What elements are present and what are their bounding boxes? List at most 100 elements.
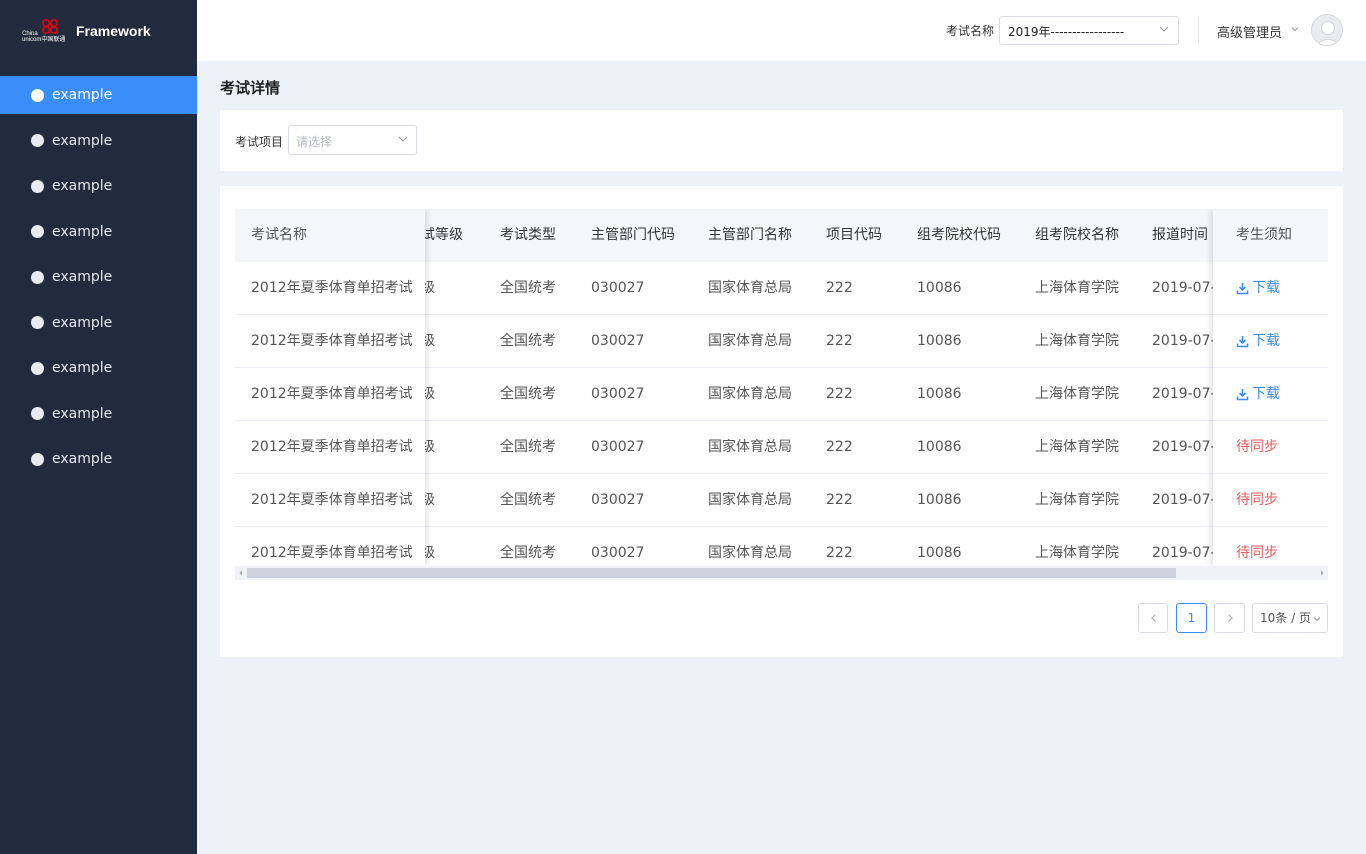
cell-dept-name: 国家体育总局 — [708, 333, 792, 349]
cell-dept-code: 030027 — [591, 545, 645, 561]
prev-page-button[interactable] — [1138, 603, 1168, 633]
sidebar-item-7[interactable]: example — [0, 349, 197, 387]
horizontal-scrollbar[interactable] — [235, 566, 1328, 580]
sidebar: China unicom中国联通 Framework example exampl… — [0, 0, 197, 854]
page-title: 考试详情 — [220, 79, 281, 97]
row-cell-exam-name: 2012年夏季体育单招考试 — [235, 421, 425, 474]
user-menu-chevron-icon[interactable] — [1291, 26, 1299, 32]
cell-dept-code: 030027 — [591, 280, 645, 296]
cell-exam-type: 全国统考 — [500, 333, 556, 349]
cell-exam-type: 全国统考 — [500, 545, 556, 561]
cell-dept-name: 国家体育总局 — [708, 386, 792, 402]
download-link[interactable]: 下载 — [1236, 262, 1280, 315]
cell-dept-code: 030027 — [591, 333, 645, 349]
cell-exam-name: 2012年夏季体育单招考试 — [251, 333, 413, 349]
cell-dept-code: 030027 — [591, 492, 645, 508]
row-cell-notice: 待同步 — [1213, 421, 1328, 474]
cell-school-name: 上海体育学院 — [1035, 545, 1119, 561]
download-link[interactable]: 下载 — [1236, 368, 1280, 421]
notice-cell: 下载 — [1236, 262, 1280, 315]
fixed-left-column: 考试名称 2012年夏季体育单招考试 2012年夏季体育单招考试 2012年夏季体育单… — [235, 209, 425, 566]
page-size-select[interactable]: 10条 / 页 — [1252, 603, 1328, 633]
cell-report-time: 2019-07-01 — [1152, 280, 1213, 296]
download-icon — [1236, 336, 1249, 348]
sidebar-item-5[interactable]: example — [0, 258, 197, 296]
pending-sync-status: 待同步 — [1236, 439, 1278, 455]
header-project-code: 项目代码 — [826, 227, 882, 243]
cell-school-name: 上海体育学院 — [1035, 492, 1119, 508]
sidebar-item-1[interactable]: example — [0, 76, 197, 114]
user-name[interactable]: 高级管理员 — [1217, 22, 1282, 41]
header-dept-name: 主管部门名称 — [708, 227, 792, 243]
chevron-left-icon — [1151, 614, 1156, 622]
header-divider — [1198, 16, 1199, 45]
header-dept-code: 主管部门代码 — [591, 227, 675, 243]
download-icon — [1236, 389, 1249, 401]
download-label: 下载 — [1252, 280, 1280, 296]
sidebar-item-9[interactable]: example — [0, 440, 197, 478]
header-cell-exam-name: 考试名称 — [235, 209, 425, 262]
cell-report-time: 2019-07-01 — [1152, 545, 1213, 561]
sidebar-item-label: example — [52, 360, 113, 376]
row-cell-notice: 下载 — [1213, 315, 1328, 368]
cell-dept-name: 国家体育总局 — [708, 439, 792, 455]
cell-project-code: 222 — [826, 280, 853, 296]
pending-sync-status: 待同步 — [1236, 492, 1278, 508]
header-notice: 考生须知 — [1236, 227, 1292, 243]
cell-dept-name: 国家体育总局 — [708, 280, 792, 296]
cell-exam-type: 全国统考 — [500, 280, 556, 296]
sidebar-item-3[interactable]: example — [0, 167, 197, 205]
cell-school-code: 10086 — [917, 439, 962, 455]
download-link[interactable]: 下载 — [1236, 315, 1280, 368]
exam-item-select[interactable]: 请选择 — [288, 125, 417, 155]
menu-dot-icon — [31, 361, 44, 375]
row-cell-exam-name: 2012年夏季体育单招考试 — [235, 527, 425, 566]
cell-school-name: 上海体育学院 — [1035, 386, 1119, 402]
cell-school-name: 上海体育学院 — [1035, 333, 1119, 349]
next-page-button[interactable] — [1214, 603, 1245, 633]
sidebar-item-4[interactable]: example — [0, 213, 197, 251]
scrollbar-thumb[interactable] — [247, 568, 1176, 578]
sidebar-item-8[interactable]: example — [0, 395, 197, 433]
cell-exam-name: 2012年夏季体育单招考试 — [251, 386, 413, 402]
row-cell-notice: 待同步 — [1213, 527, 1328, 566]
header-cell-notice: 考生须知 — [1213, 209, 1328, 262]
sidebar-item-label: example — [52, 405, 113, 422]
cell-report-time: 2019-07-01 — [1152, 492, 1213, 508]
sidebar-item-6[interactable]: example — [0, 304, 197, 342]
top-header: 考试名称 2019年----------------- 高级管理员 — [197, 0, 1366, 61]
chevron-down-icon — [1159, 26, 1169, 32]
header-exam-type: 考试类型 — [500, 227, 556, 243]
sidebar-item-2[interactable]: example — [0, 122, 197, 160]
unicom-logo: China unicom中国联通 — [22, 18, 66, 44]
header-report-time: 报道时间 — [1152, 227, 1208, 243]
exam-item-label: 考试项目 — [235, 135, 284, 149]
scroll-left-icon[interactable] — [238, 570, 244, 576]
cell-exam-name: 2012年夏季体育单招考试 — [251, 492, 413, 508]
exam-name-select[interactable]: 2019年----------------- — [999, 16, 1179, 45]
sidebar-item-label: example — [52, 87, 113, 103]
cell-school-code: 10086 — [917, 492, 962, 508]
menu-dot-icon — [31, 225, 44, 238]
menu-dot-icon — [31, 179, 44, 193]
cell-project-code: 222 — [826, 439, 853, 455]
download-label: 下载 — [1252, 333, 1280, 349]
cell-school-name: 上海体育学院 — [1035, 280, 1119, 296]
avatar[interactable] — [1311, 14, 1343, 46]
chevron-down-icon — [1313, 617, 1321, 622]
cell-school-name: 上海体育学院 — [1035, 439, 1119, 455]
sidebar-item-label: example — [52, 314, 113, 331]
scroll-right-icon[interactable] — [1319, 570, 1325, 576]
cell-school-code: 10086 — [917, 280, 962, 296]
download-label: 下载 — [1252, 386, 1280, 402]
logo-text: China unicom中国联通 — [22, 31, 66, 43]
row-cell-notice: 下载 — [1213, 368, 1328, 421]
page-number-button[interactable]: 1 — [1176, 603, 1207, 633]
pending-sync-status: 待同步 — [1236, 545, 1278, 561]
menu-dot-icon — [31, 270, 44, 284]
sidebar-item-label: example — [52, 451, 113, 467]
exam-item-placeholder: 请选择 — [296, 135, 333, 149]
sidebar-item-label: example — [52, 223, 113, 240]
cell-exam-type: 全国统考 — [500, 492, 556, 508]
download-icon — [1236, 283, 1249, 295]
